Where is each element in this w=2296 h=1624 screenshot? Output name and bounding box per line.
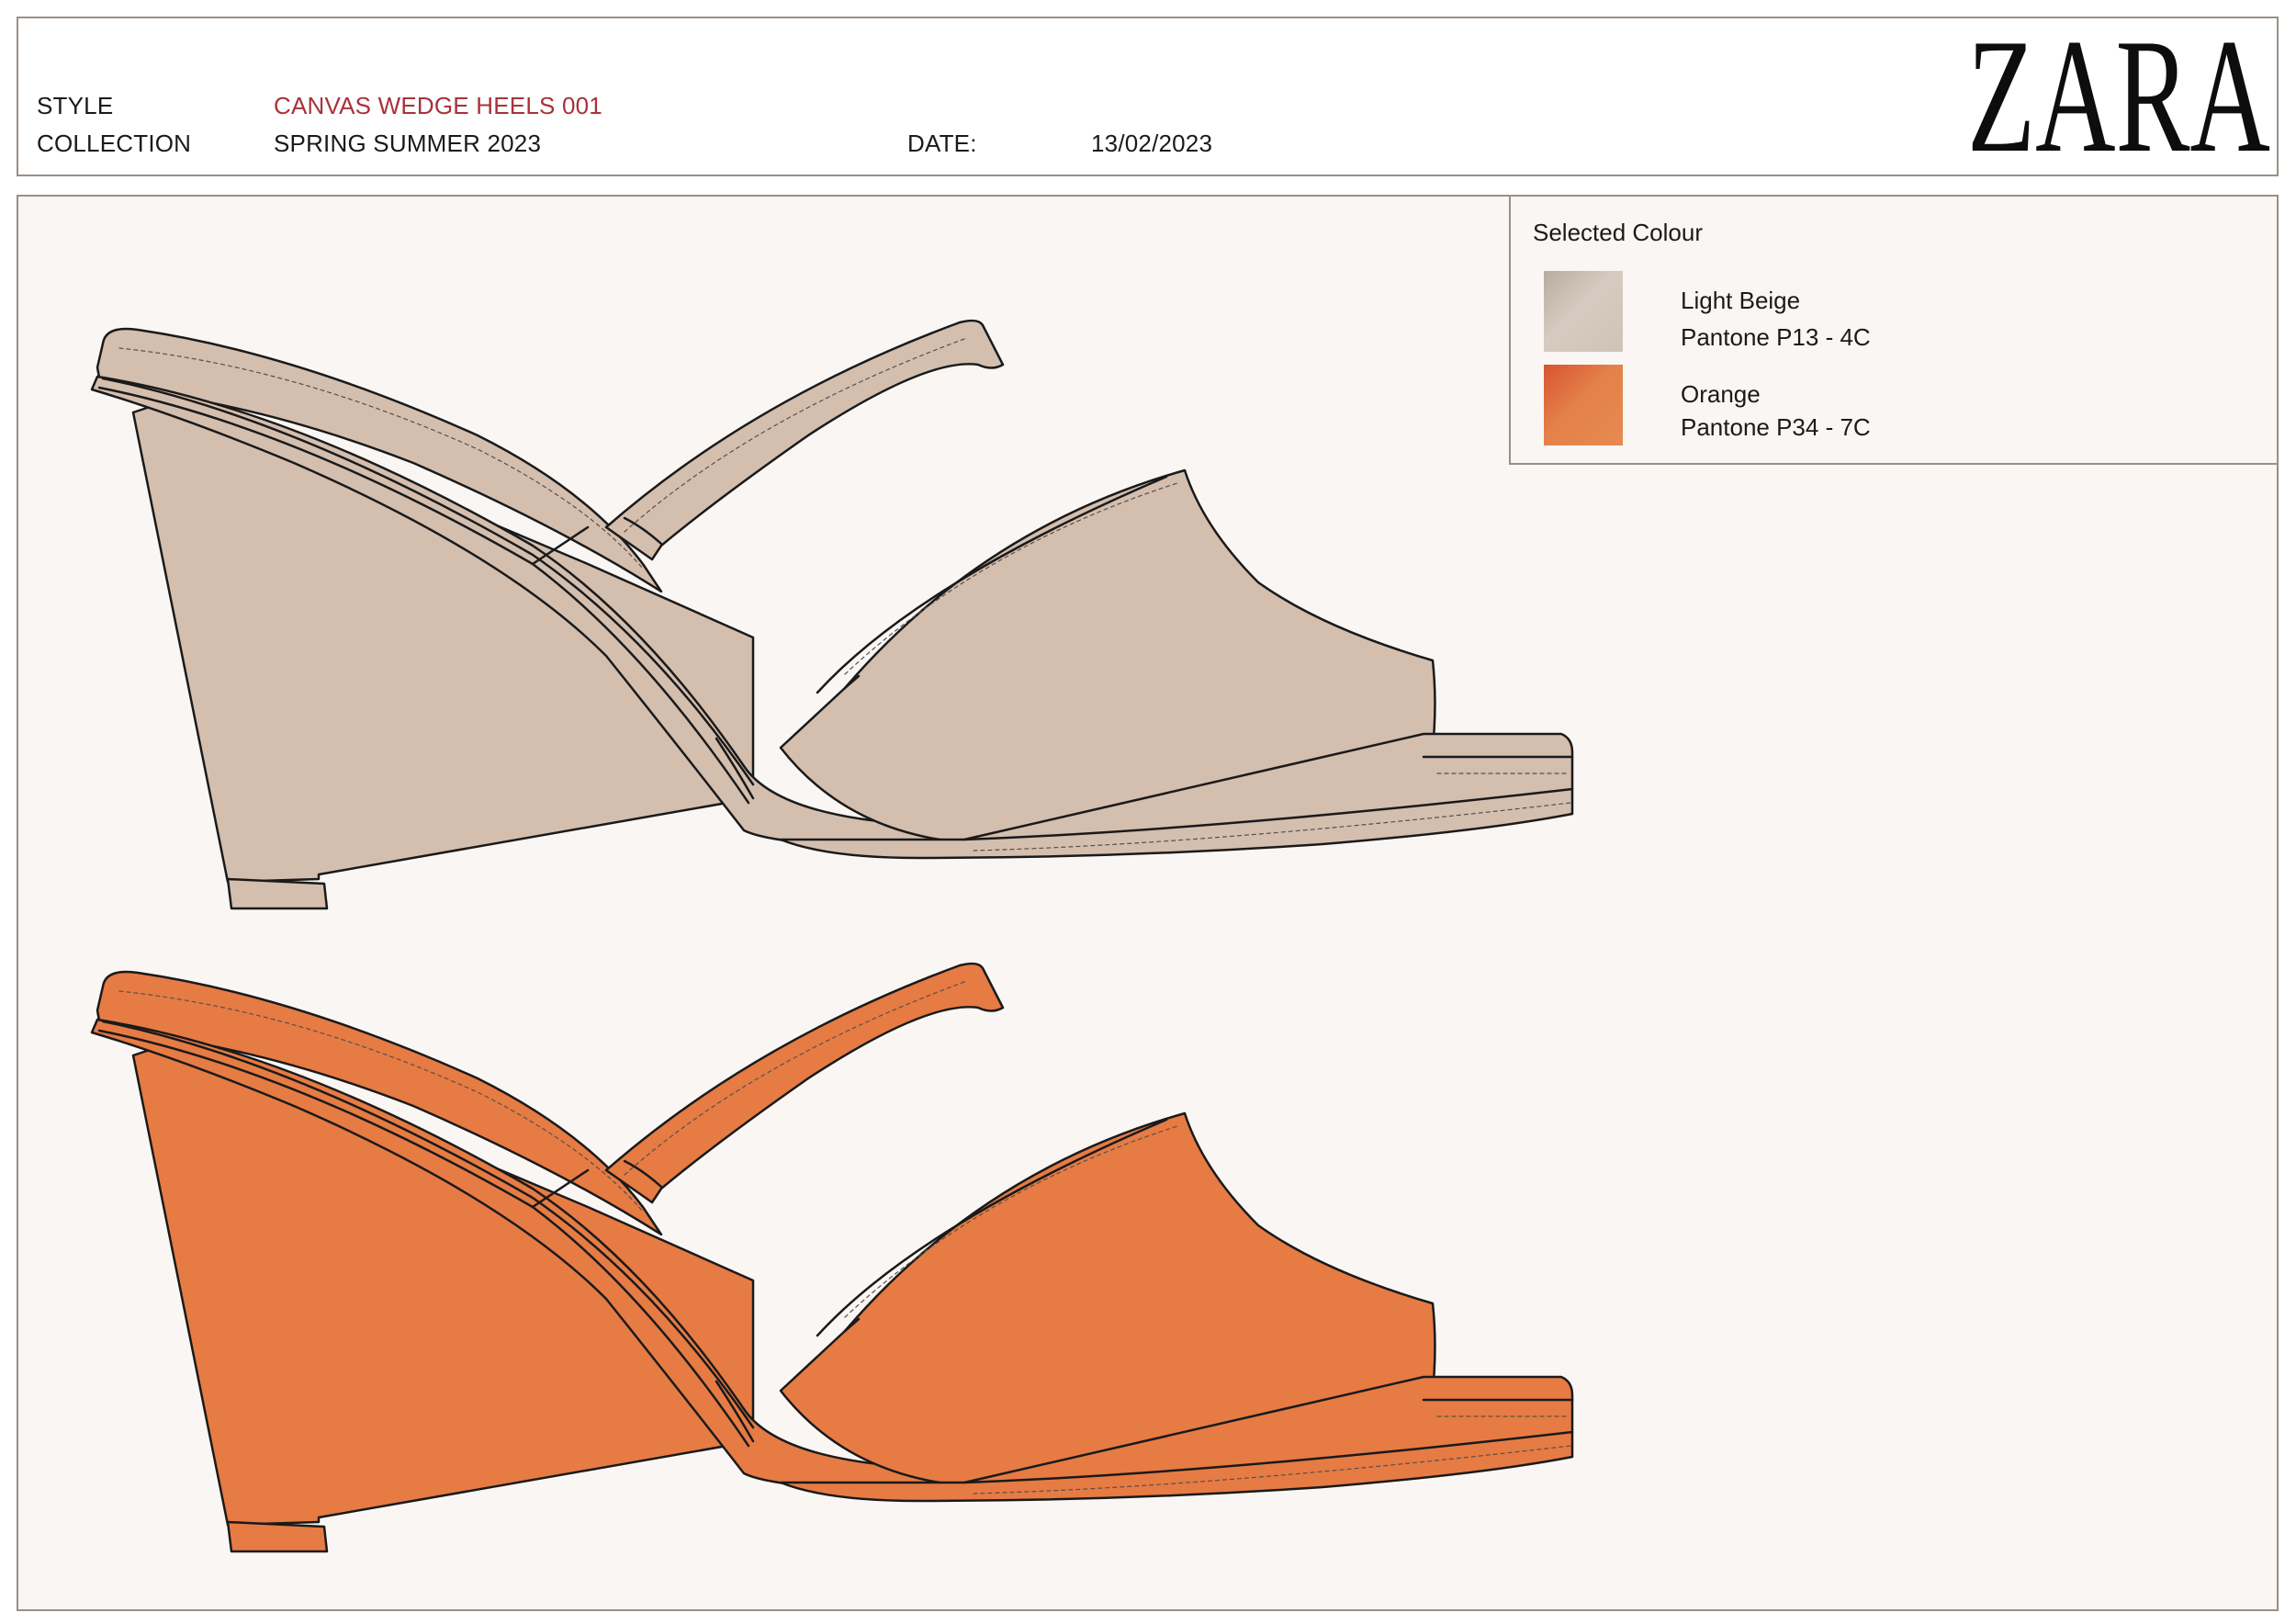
design-sheet: Selected Colour Light Beige Pantone P13 …	[17, 195, 2279, 1611]
colour-name-orange: Orange	[1681, 380, 1761, 408]
selected-colour-title: Selected Colour	[1533, 219, 1703, 246]
colour-pantone-light-beige: Pantone P13 - 4C	[1681, 323, 1871, 351]
colour-pantone-orange: Pantone P34 - 7C	[1681, 413, 1871, 441]
beige-wedge-sandal	[90, 319, 1574, 910]
style-value: CANVAS WEDGE HEELS 001	[274, 92, 602, 119]
date-value: 13/02/2023	[1091, 130, 1213, 157]
collection-label: COLLECTION	[37, 130, 192, 157]
style-label: STYLE	[37, 92, 114, 119]
zara-logo: ZARA	[1967, 24, 2270, 162]
zara-logo-text: ZARA	[1967, 24, 2270, 162]
spec-header: STYLE CANVAS WEDGE HEELS 001 COLLECTION …	[17, 17, 2279, 176]
date-label: DATE:	[907, 130, 977, 157]
colour-name-light-beige: Light Beige	[1681, 287, 1801, 314]
collection-value: SPRING SUMMER 2023	[274, 130, 542, 157]
orange-wedge-sandal	[90, 962, 1574, 1553]
